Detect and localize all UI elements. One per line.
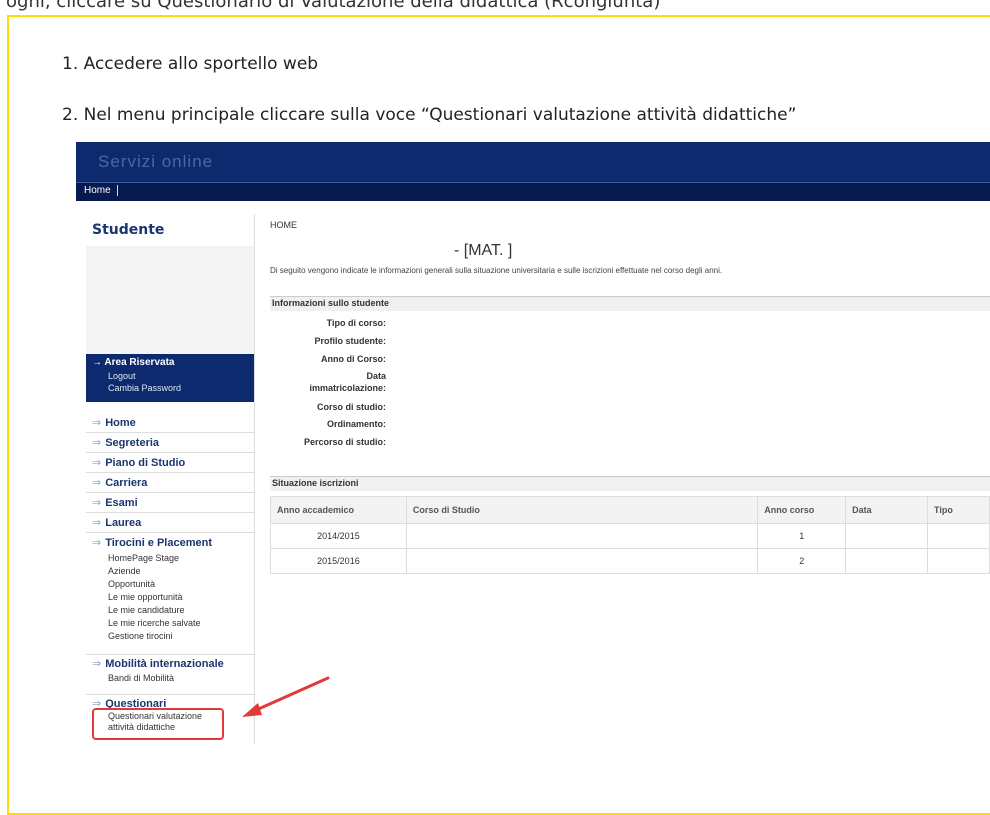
sub-le-mie-opportunita[interactable]: Le mie opportunità (108, 592, 183, 602)
sub-bandi-mobilita[interactable]: Bandi di Mobilità (108, 673, 174, 683)
sidebar-item-label: Laurea (105, 517, 142, 529)
arrow-right-icon: → (92, 357, 102, 368)
table-cell (845, 523, 929, 549)
column-header: Anno corso (757, 496, 847, 524)
student-header: - [MAT. ] (454, 242, 513, 259)
step-1: 1. Accedere allo sportello web (62, 54, 319, 74)
enrollment-table: Anno accademico Corso di Studio Anno cor… (270, 496, 990, 574)
sub-homepage-stage[interactable]: HomePage Stage (108, 553, 179, 563)
red-arrow-icon (242, 676, 330, 717)
sidebar-item-label: Esami (105, 497, 138, 509)
column-header: Anno accademico (270, 496, 407, 524)
arrow-right-icon: ⇒ (92, 417, 102, 429)
sidebar-item-segreteria[interactable]: ⇒ Segreteria (86, 434, 254, 453)
table-cell: 2015/2016 (270, 548, 407, 574)
info-label: immatricolazione: (309, 383, 386, 393)
column-header: Tipo (927, 496, 990, 524)
sub-le-mie-ricerche[interactable]: Le mie ricerche salvate (108, 618, 201, 628)
sidebar: Studente → Area Riservata Logout Cambia … (86, 214, 255, 744)
sub-gestione-tirocini[interactable]: Gestione tirocini (108, 631, 173, 641)
info-label: Profilo studente: (314, 336, 387, 346)
table-row: 2014/2015 1 (270, 523, 990, 549)
table-cell: 2 (757, 548, 847, 574)
info-section-title: Informazioni sullo studente (272, 298, 390, 308)
sub-le-mie-candidature[interactable]: Le mie candidature (108, 605, 185, 615)
top-menubar: Home (76, 182, 990, 201)
sidebar-item-label: Segreteria (105, 437, 160, 449)
table-row: 2015/2016 2 (270, 548, 990, 574)
sidebar-item-label: Piano di Studio (105, 457, 186, 469)
arrow-right-icon: ⇒ (92, 517, 102, 529)
info-section-header: Informazioni sullo studente (270, 296, 990, 311)
sidebar-item-piano-di-studio[interactable]: ⇒ Piano di Studio (86, 454, 254, 473)
logout-link[interactable]: Logout (108, 371, 136, 381)
enrollment-section-title: Situazione iscrizioni (272, 478, 359, 488)
info-label: Percorso di studio: (303, 437, 386, 447)
previous-page-cut-text: ogni, cliccare su Questionario di Valuta… (6, 0, 661, 12)
table-cell: 1 (757, 523, 847, 549)
sub-opportunita[interactable]: Opportunità (108, 579, 155, 589)
sidebar-item-laurea[interactable]: ⇒ Laurea (86, 514, 254, 533)
sidebar-item-tirocini[interactable]: ⇒ Tirocini e Placement (86, 534, 254, 552)
table-header-row: Anno accademico Corso di Studio Anno cor… (270, 496, 990, 524)
table-cell (927, 523, 990, 549)
portal-screenshot: Servizi online Home Studente → Area Rise… (76, 142, 990, 752)
cambia-password-link[interactable]: Cambia Password (108, 383, 181, 393)
table-cell (845, 548, 929, 574)
student-photo-placeholder (86, 246, 254, 354)
sidebar-title: Studente (92, 222, 165, 238)
sidebar-item-esami[interactable]: ⇒ Esami (86, 494, 254, 513)
breadcrumb: HOME (270, 220, 297, 230)
menubar-home-link[interactable]: Home (84, 185, 118, 196)
sidebar-item-label: Home (105, 417, 136, 429)
info-label: Tipo di corso: (326, 318, 386, 328)
info-label: Data (366, 371, 386, 381)
table-cell (405, 523, 759, 549)
portal-banner: Servizi online (76, 142, 990, 182)
sidebar-item-carriera[interactable]: ⇒ Carriera (86, 474, 254, 493)
info-label: Anno di Corso: (321, 354, 386, 364)
sidebar-item-label: Mobilità internazionale (105, 658, 224, 670)
column-header: Corso di Studio (405, 496, 759, 524)
sidebar-item-home[interactable]: ⇒ Home (86, 414, 254, 433)
arrow-right-icon: ⇒ (92, 477, 102, 489)
highlight-box (92, 708, 224, 740)
sidebar-item-label: Carriera (105, 477, 148, 489)
arrow-right-icon: ⇒ (92, 497, 102, 509)
sidebar-item-mobilita[interactable]: ⇒ Mobilità internazionale (86, 654, 254, 673)
arrow-right-icon: ⇒ (92, 537, 102, 549)
banner-title: Servizi online (98, 152, 214, 171)
table-cell (927, 548, 990, 574)
area-riservata-title[interactable]: → Area Riservata (92, 357, 174, 368)
enrollment-section-header: Situazione iscrizioni (270, 476, 990, 491)
step-2: 2. Nel menu principale cliccare sulla vo… (62, 105, 797, 125)
sidebar-item-label: Tirocini e Placement (105, 537, 213, 549)
table-cell: 2014/2015 (270, 523, 407, 549)
column-header: Data (845, 496, 929, 524)
info-label: Ordinamento: (326, 419, 386, 429)
area-riservata: → Area Riservata Logout Cambia Password (86, 354, 254, 402)
arrow-right-icon: ⇒ (92, 658, 102, 670)
sub-aziende[interactable]: Aziende (108, 566, 141, 576)
table-cell (405, 548, 759, 574)
arrow-right-icon: ⇒ (92, 457, 102, 469)
intro-text: Di seguito vengono indicate le informazi… (270, 266, 723, 275)
arrow-right-icon: ⇒ (92, 437, 102, 449)
area-riservata-label: Area Riservata (104, 357, 175, 368)
info-label: Corso di studio: (317, 402, 386, 412)
